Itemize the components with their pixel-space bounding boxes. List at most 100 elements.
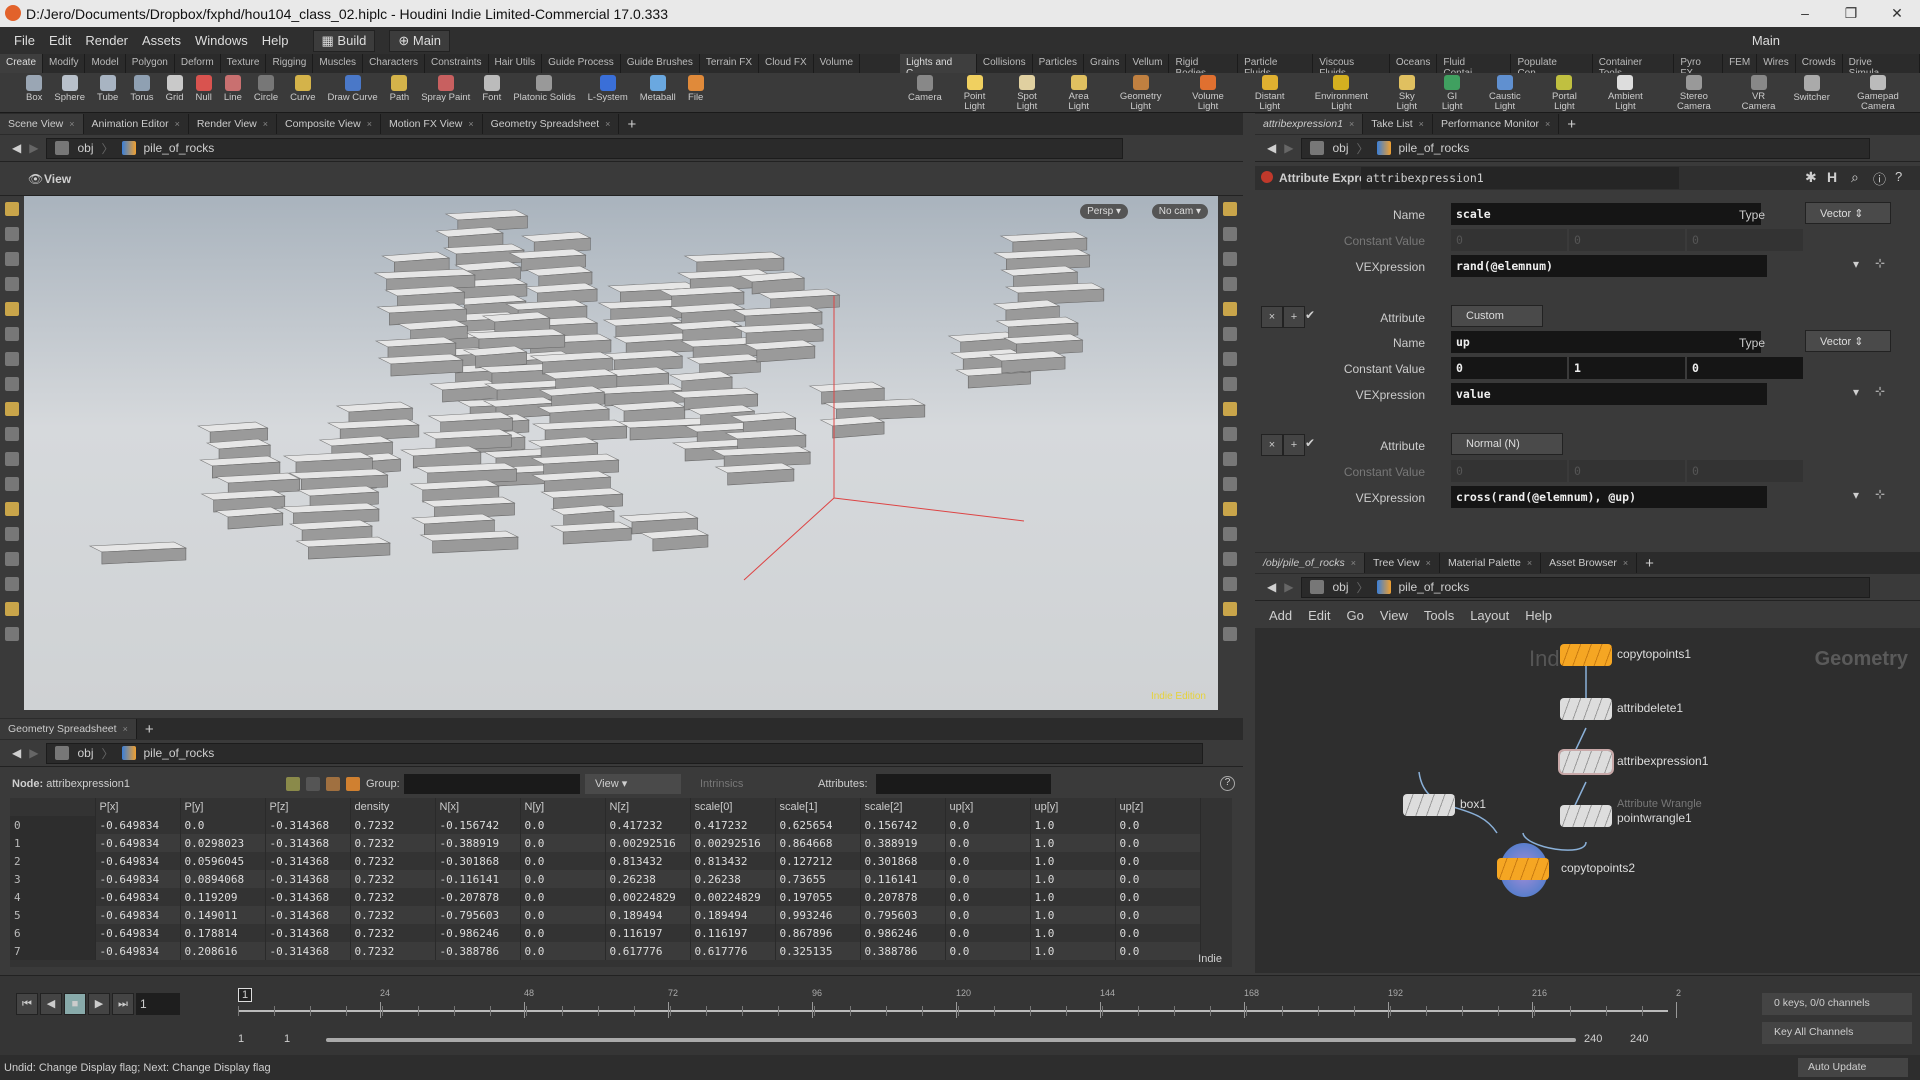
viewport-tool-icon[interactable] (5, 502, 19, 516)
viewport-tool-icon[interactable] (1223, 577, 1237, 591)
constant-x-1[interactable]: 0 (1451, 229, 1567, 251)
vexpression-field-3[interactable]: cross(rand(@elemnum), @up) (1451, 486, 1767, 508)
close-tab-icon[interactable]: × (1623, 558, 1628, 568)
viewport-tool-icon[interactable] (5, 452, 19, 466)
range-start-field[interactable]: 1 (238, 1033, 244, 1045)
shelf-tool-environment-light[interactable]: Environment Light (1300, 73, 1383, 112)
info-icon[interactable]: ⓘ (1873, 169, 1886, 188)
shelf-tool-tube[interactable]: Tube (91, 73, 124, 112)
shelf-tab[interactable]: Oceans (1390, 54, 1438, 73)
viewport-tool-icon[interactable] (1223, 327, 1237, 341)
desktop-select[interactable]: ▦ Build (312, 29, 376, 52)
type-menu-2[interactable]: Vector ⇕ (1805, 330, 1891, 352)
shelf-tab[interactable]: Model (85, 54, 126, 73)
attribute-menu-2[interactable]: Custom (1451, 305, 1543, 327)
network-menu-add[interactable]: Add (1269, 608, 1292, 623)
path-pile-of-rocks[interactable]: pile_of_rocks (1399, 141, 1470, 155)
forward-arrow-icon[interactable]: ▶ (29, 746, 38, 760)
tab-geometry-spreadsheet[interactable]: Geometry Spreadsheet × (0, 719, 137, 739)
constant-z-1[interactable]: 0 (1687, 229, 1803, 251)
network-menu-layout[interactable]: Layout (1470, 608, 1509, 623)
shelf-tab[interactable]: Modify (43, 54, 86, 73)
3d-viewport[interactable]: Persp ▾ No cam ▾ Indie Edition (24, 196, 1218, 710)
pane-tab[interactable]: Render View × (189, 114, 278, 134)
viewport-tool-icon[interactable] (1223, 352, 1237, 366)
persp-menu[interactable]: Persp ▾ (1080, 204, 1128, 219)
path-obj[interactable]: obj (77, 746, 93, 760)
forward-arrow-icon[interactable]: ▶ (29, 141, 38, 155)
viewport-tool-icon[interactable] (1223, 402, 1237, 416)
close-tab-icon[interactable]: × (1349, 119, 1354, 129)
shelf-tab[interactable]: Vellum (1126, 54, 1170, 73)
viewport-tool-icon[interactable] (5, 377, 19, 391)
path-obj[interactable]: obj (1332, 580, 1348, 594)
pane-tab[interactable]: Composite View × (277, 114, 381, 134)
menu-windows[interactable]: Windows (195, 33, 248, 48)
pane-tab[interactable]: Motion FX View × (381, 114, 483, 134)
vexpression-field-1[interactable]: rand(@elemnum) (1451, 255, 1767, 277)
shelf-tool-vr-camera[interactable]: VR Camera (1730, 73, 1788, 112)
viewport-tool-icon[interactable] (1223, 252, 1237, 266)
shelf-tab[interactable]: Collisions (977, 54, 1033, 73)
shelf-tab[interactable]: Guide Brushes (621, 54, 700, 73)
help-icon[interactable]: ? (1220, 776, 1235, 791)
shelf-tool-switcher[interactable]: Switcher (1787, 73, 1835, 112)
close-tab-icon[interactable]: × (1545, 119, 1550, 129)
shelf-tool-metaball[interactable]: Metaball (634, 73, 682, 112)
shelf-tab[interactable]: Deform (175, 54, 221, 73)
viewport-tool-icon[interactable] (5, 577, 19, 591)
add-tab-button[interactable]: + (1567, 116, 1576, 133)
network-menu-help[interactable]: Help (1525, 608, 1552, 623)
viewport-tool-icon[interactable] (5, 477, 19, 491)
vex-menu-2[interactable]: ▾ (1853, 385, 1859, 399)
viewport-tool-icon[interactable] (5, 552, 19, 566)
close-button[interactable]: ✕ (1874, 0, 1920, 27)
intrinsics-menu[interactable]: Intrinsics (700, 778, 743, 790)
close-tab-icon[interactable]: × (1527, 558, 1532, 568)
step-back-button[interactable]: ◀ (40, 993, 62, 1015)
column-header[interactable]: density (350, 798, 436, 816)
network-editor[interactable]: Ind Geometry copytopoints1 attribdelete1… (1255, 628, 1920, 973)
current-frame-field[interactable]: 1 (136, 993, 180, 1015)
shelf-tab[interactable]: Pyro FX (1674, 54, 1724, 79)
shelf-tool-gamepad-camera[interactable]: Gamepad Camera (1836, 73, 1920, 112)
add-vex-icon[interactable]: ⊹ (1875, 256, 1885, 270)
node-copytopoints1[interactable] (1560, 644, 1612, 666)
forward-arrow-icon[interactable]: ▶ (1284, 580, 1293, 594)
viewport-tool-icon[interactable] (1223, 202, 1237, 216)
pane-tab[interactable]: Asset Browser × (1541, 553, 1638, 573)
pane-tab[interactable]: Geometry Spreadsheet × (483, 114, 620, 134)
column-header[interactable]: P[y] (180, 798, 266, 816)
shelf-tool-file[interactable]: File (682, 73, 710, 112)
add-tab-button[interactable]: + (1645, 555, 1654, 572)
shelf-tab[interactable]: Hair Utils (489, 54, 543, 73)
gear-icon[interactable]: ✱ (1805, 169, 1817, 186)
jump-start-button[interactable]: ⏮ (16, 993, 38, 1015)
viewport-tool-icon[interactable] (1223, 502, 1237, 516)
shelf-tab[interactable]: Particle Fluids (1238, 54, 1314, 79)
back-arrow-icon[interactable]: ◀ (12, 141, 21, 155)
shelf-tool-volume-light[interactable]: Volume Light (1177, 73, 1240, 112)
shelf-tab[interactable]: Characters (363, 54, 425, 73)
viewport-tool-icon[interactable] (5, 627, 19, 641)
shelf-tool-box[interactable]: Box (20, 73, 48, 112)
right-desktop[interactable]: Main (1752, 33, 1780, 48)
viewport-tool-icon[interactable] (1223, 627, 1237, 641)
close-tab-icon[interactable]: × (175, 119, 180, 129)
shelf-tab[interactable]: Populate Con... (1511, 54, 1593, 79)
column-header[interactable]: up[z] (1115, 798, 1201, 816)
viewport-tool-icon[interactable] (5, 527, 19, 541)
shelf-tab[interactable]: Particles (1033, 54, 1084, 73)
menu-edit[interactable]: Edit (49, 33, 71, 48)
node-name-field[interactable]: attribexpression1 (1361, 167, 1679, 189)
vertices-mode-icon[interactable] (306, 777, 320, 791)
shelf-tool-gi-light[interactable]: GI Light (1431, 73, 1474, 112)
shelf-tool-curve[interactable]: Curve (284, 73, 321, 112)
shelf-tool-circle[interactable]: Circle (248, 73, 284, 112)
constant-y-3[interactable]: 0 (1569, 460, 1685, 482)
shelf-tab[interactable]: Rigid Bodies (1169, 54, 1239, 79)
shelf-tool-path[interactable]: Path (384, 73, 416, 112)
attribute-menu-3[interactable]: Normal (N) (1451, 433, 1563, 455)
range-end-field[interactable]: 240 (1630, 1033, 1648, 1045)
constant-z-3[interactable]: 0 (1687, 460, 1803, 482)
